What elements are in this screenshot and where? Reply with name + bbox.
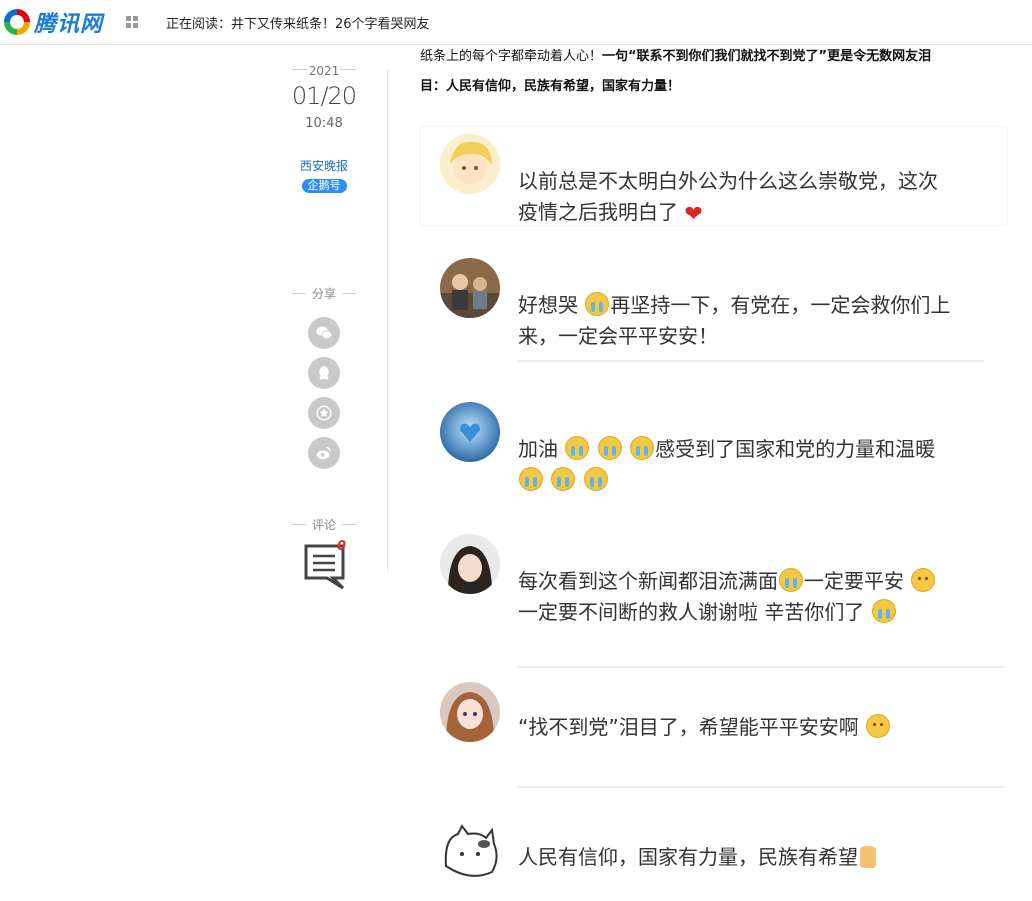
comment-line: 疫情之后我明白了	[518, 200, 678, 224]
share-qq-button[interactable]	[308, 357, 340, 389]
divider	[518, 666, 1004, 668]
avatar	[440, 822, 500, 882]
divider	[518, 360, 984, 362]
crying-emoji-icon	[779, 568, 803, 592]
apps-grid-icon[interactable]	[126, 16, 138, 28]
comment-text: 加油 感受到了国家和党的力量和温暖	[518, 434, 988, 496]
crying-emoji-icon	[597, 436, 622, 460]
intro-bold-1: 一句“联系不到你们我们就找不到党了”更是令无数网友泪	[602, 49, 932, 64]
thumbs-up-icon	[860, 846, 876, 868]
comment-line: 一定要不间断的救人谢谢啦 辛苦你们了	[518, 600, 865, 624]
crying-emoji-icon	[630, 436, 655, 460]
crying-emoji-icon	[565, 436, 590, 460]
source-name[interactable]: 西安晚报	[290, 157, 358, 174]
comment-text: “找不到党”泪目了，希望能平平安安啊	[518, 712, 988, 743]
intro-bold-2: 目：人民有信仰，民族有希望，国家有力量！	[420, 79, 681, 94]
comment-text: 以前总是不太明白外公为什么这么崇敬党，这次 疫情之后我明白了 ❤	[518, 166, 988, 230]
comment-heading: 评论	[292, 516, 356, 533]
weibo-icon	[316, 446, 331, 460]
meta-divider	[387, 70, 388, 572]
publish-year: 2021	[308, 64, 340, 78]
comment-line: 加油	[518, 437, 558, 461]
publish-date: 01/20	[291, 82, 357, 110]
avatar	[440, 682, 500, 742]
now-reading: 正在阅读：井下又传来纸条！26个字看哭网友	[166, 13, 430, 32]
share-label: 分享	[311, 287, 336, 301]
comment-text: 人民有信仰，国家有力量，民族有希望	[518, 842, 988, 873]
comment-text: 每次看到这个新闻都泪流满面 一定要平安 一定要不间断的救人谢谢啦 辛苦你们了	[518, 566, 988, 628]
divider	[518, 786, 1004, 788]
share-wechat-button[interactable]	[308, 317, 340, 349]
pleading-emoji-icon	[911, 568, 936, 592]
comment-line: 来，一定会平平安安！	[518, 324, 718, 348]
crying-emoji-icon	[585, 292, 610, 316]
share-heading: 分享	[292, 285, 356, 302]
article-meta: 2021 01/20 10:48 西安晚报 企鹅号	[290, 60, 358, 193]
comment-line: 以前总是不太明白外公为什么这么崇敬党，这次	[518, 169, 938, 193]
site-logo[interactable]: 腾讯网	[4, 7, 103, 37]
comment-line: 好想哭	[518, 293, 578, 317]
heart-icon: ❤	[684, 202, 703, 227]
wechat-icon	[316, 326, 333, 340]
crying-emoji-icon	[871, 599, 896, 623]
comment-text: 好想哭 再坚持一下，有党在，一定会救你们上 来，一定会平平安安！	[518, 290, 988, 352]
qq-icon	[319, 366, 329, 380]
comments-screenshot: 以前总是不太明白外公为什么这么崇敬党，这次 疫情之后我明白了 ❤ 好想哭 再坚持…	[420, 122, 1010, 901]
comment-label: 评论	[311, 518, 336, 532]
comment-line: 人民有信仰，国家有力量，民族有希望	[518, 845, 858, 869]
crying-emoji-icon	[519, 467, 543, 491]
comment-line: 每次看到这个新闻都泪流满面	[518, 569, 778, 593]
qzone-star-icon	[316, 405, 332, 421]
source-badge: 企鹅号	[301, 179, 347, 193]
now-reading-label: 正在阅读：	[166, 17, 232, 32]
avatar	[440, 258, 500, 318]
avatar	[440, 402, 500, 462]
share-qzone-button[interactable]	[308, 397, 340, 429]
pleading-emoji-icon	[866, 714, 891, 738]
crying-emoji-icon	[583, 467, 608, 491]
now-reading-title[interactable]: 井下又传来纸条！26个字看哭网友	[231, 17, 430, 32]
crying-emoji-icon	[551, 467, 576, 491]
top-bar: 腾讯网 正在阅读：井下又传来纸条！26个字看哭网友	[0, 0, 1032, 45]
intro-plain: 纸条上的每个字都牵动着人心！	[420, 49, 603, 64]
logo-globe-icon	[4, 9, 30, 35]
avatar	[440, 534, 500, 594]
avatar	[440, 134, 500, 194]
comment-line: 感受到了国家和党的力量和温暖	[655, 437, 936, 461]
article-intro: 纸条上的每个字都牵动着人心！一句“联系不到你们我们就找不到党了”更是令无数网友泪…	[420, 42, 1010, 102]
comment-line: 再坚持一下，有党在，一定会救你们上	[610, 293, 951, 317]
publish-time: 10:48	[305, 116, 343, 131]
comment-count: 0	[337, 539, 347, 554]
share-weibo-button[interactable]	[308, 437, 340, 469]
comment-line: 一定要平安	[804, 569, 904, 593]
comment-line: “找不到党”泪目了，希望能平平安安啊	[518, 715, 859, 739]
logo-text: 腾讯网	[34, 11, 104, 36]
